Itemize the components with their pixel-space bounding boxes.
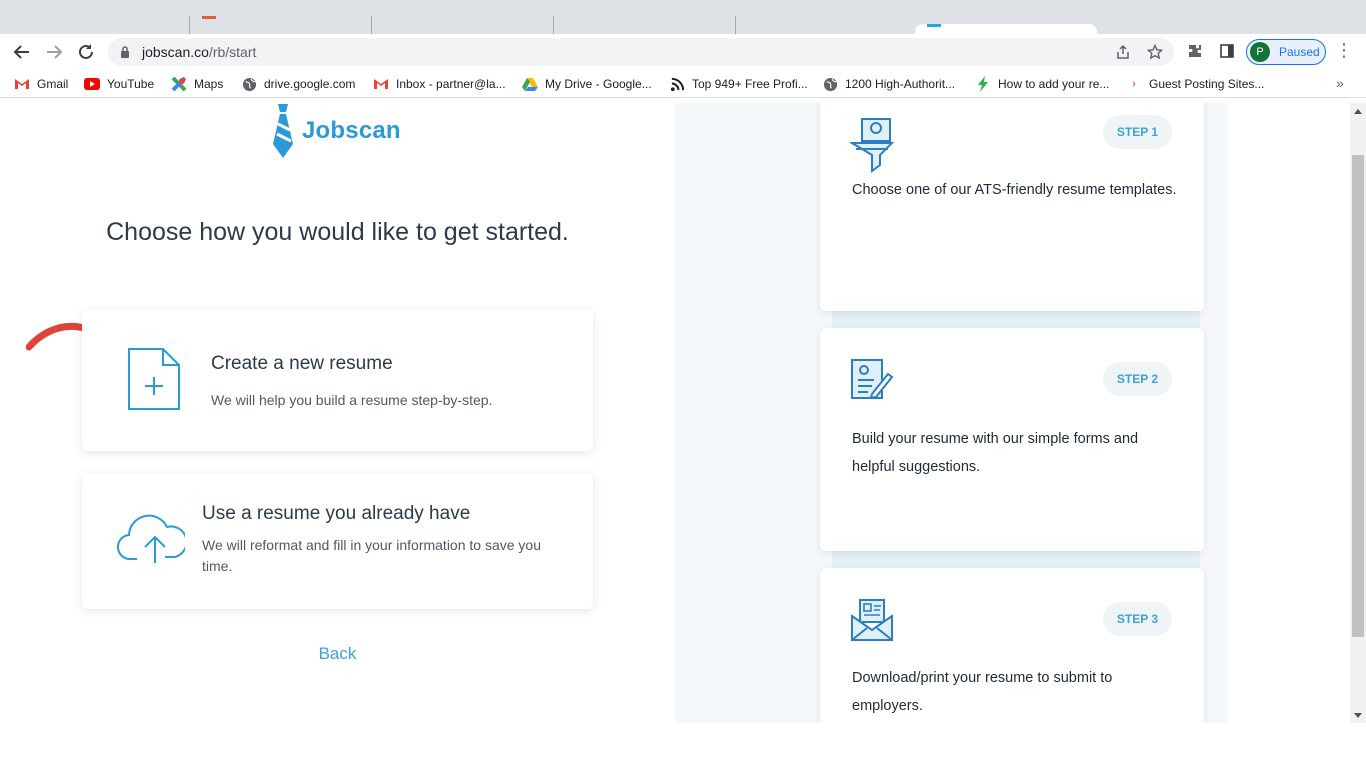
share-icon[interactable]	[1114, 44, 1132, 62]
bolt-icon	[975, 76, 991, 92]
step-card-2: STEP 2 Build your resume with our simple…	[820, 328, 1204, 551]
scrollbar-thumb[interactable]	[1352, 155, 1364, 637]
star-icon[interactable]	[1146, 43, 1164, 62]
bottom-area	[0, 723, 1366, 768]
tab-1[interactable]	[0, 16, 190, 34]
url-text: jobscan.co/rb/start	[142, 44, 257, 60]
globe-icon	[822, 76, 838, 92]
bookmark-label: How to add your re...	[998, 77, 1110, 91]
bookmark-label: Inbox - partner@la...	[396, 77, 506, 91]
globe-icon	[241, 76, 257, 92]
option-description: We will reformat and fill in your inform…	[202, 537, 541, 574]
bookmark-drive-site[interactable]: drive.google.com	[241, 75, 355, 93]
bookmark-label: Gmail	[37, 77, 69, 91]
tie-logo-icon	[273, 104, 293, 158]
bookmark-maps[interactable]: Maps	[171, 75, 223, 93]
address-bar[interactable]: jobscan.co/rb/start	[108, 38, 1174, 66]
tab-2[interactable]	[190, 16, 372, 34]
bookmark-top-949[interactable]: Top 949+ Free Profi...	[669, 75, 808, 93]
gmail-icon	[14, 76, 30, 92]
gmail-icon	[373, 76, 389, 92]
envelope-resume-icon	[851, 599, 893, 641]
step-badge: STEP 1	[1103, 115, 1172, 149]
youtube-icon	[84, 76, 100, 92]
avatar: P	[1250, 42, 1270, 62]
bookmark-my-drive[interactable]: My Drive - Google...	[522, 75, 652, 93]
use-existing-resume-card[interactable]: Use a resume you already have We will re…	[82, 473, 593, 609]
bookmark-guest-posting[interactable]: › Guest Posting Sites...	[1126, 75, 1264, 93]
rss-icon	[669, 76, 685, 92]
bookmark-label: drive.google.com	[264, 77, 356, 91]
step-card-3: STEP 3 Download/print your resume to sub…	[820, 568, 1204, 723]
chevron-icon: ›	[1132, 78, 1136, 90]
tab-active[interactable]	[915, 24, 1097, 34]
tab-3[interactable]	[372, 16, 554, 34]
bookmark-label: Guest Posting Sites...	[1149, 77, 1265, 91]
tab-4[interactable]	[554, 16, 736, 34]
bookmark-youtube[interactable]: YouTube	[84, 75, 154, 93]
tab-strip	[0, 0, 1366, 34]
maps-icon	[171, 76, 187, 92]
bookmark-gmail[interactable]: Gmail	[14, 75, 68, 93]
forward-arrow-icon[interactable]	[42, 40, 66, 64]
bookmark-inbox[interactable]: Inbox - partner@la...	[373, 75, 506, 93]
scroll-down-icon[interactable]	[1354, 713, 1362, 718]
reload-icon[interactable]	[74, 40, 98, 64]
step-badge: STEP 3	[1103, 602, 1172, 636]
bookmark-how-to-add[interactable]: How to add your re...	[975, 75, 1109, 93]
menu-dots-icon[interactable]: ⋮	[1334, 40, 1354, 64]
bookmarks-bar: Gmail YouTube Maps drive.google.com Inbo…	[0, 70, 1366, 98]
bookmark-label: Maps	[194, 77, 224, 91]
profile-status: Paused	[1279, 45, 1320, 59]
back-link[interactable]: Back	[0, 644, 675, 664]
step-description: Choose one of our ATS-friendly resume te…	[852, 182, 1177, 198]
side-panel-icon[interactable]	[1218, 43, 1236, 61]
page-title: Choose how you would like to get started…	[106, 218, 569, 246]
step-card-1: STEP 1 Choose one of our ATS-friendly re…	[820, 103, 1204, 311]
option-description: We will help you build a resume step-by-…	[211, 392, 493, 408]
bookmark-label: Top 949+ Free Profi...	[692, 77, 808, 91]
option-title: Use a resume you already have	[202, 503, 471, 524]
drive-icon	[522, 76, 538, 92]
back-arrow-icon[interactable]	[10, 40, 34, 64]
create-new-resume-card[interactable]: Create a new resume We will help you bui…	[82, 310, 593, 451]
lock-icon[interactable]	[120, 45, 130, 59]
page-scrollbar[interactable]	[1350, 103, 1366, 723]
step-badge: STEP 2	[1103, 362, 1172, 396]
jobscan-logo[interactable]: Jobscan	[272, 103, 401, 159]
scroll-up-icon[interactable]	[1354, 109, 1362, 114]
bookmark-label: 1200 High-Authorit...	[845, 77, 956, 91]
tab-5[interactable]	[736, 16, 915, 34]
extensions-icon[interactable]	[1186, 43, 1204, 61]
profile-button[interactable]: P Paused	[1246, 39, 1326, 65]
option-title: Create a new resume	[211, 353, 393, 374]
bookmark-1200-high[interactable]: 1200 High-Authorit...	[822, 75, 955, 93]
step-description: Download/print your resume to submit to …	[852, 670, 1113, 714]
logo-text: Jobscan	[302, 117, 401, 144]
bookmark-label: My Drive - Google...	[545, 77, 652, 91]
resume-funnel-icon	[850, 118, 894, 173]
bookmarks-overflow-icon[interactable]: »	[1336, 75, 1344, 91]
browser-toolbar: jobscan.co/rb/start P Paused ⋮	[0, 34, 1366, 70]
resume-pencil-icon	[851, 359, 894, 400]
cloud-upload-icon	[117, 514, 185, 563]
page-viewport: Jobscan Choose how you would like to get…	[0, 103, 1350, 723]
step-description: Build your resume with our simple forms …	[852, 431, 1139, 475]
bookmark-label: YouTube	[107, 77, 155, 91]
new-document-icon	[128, 348, 180, 410]
